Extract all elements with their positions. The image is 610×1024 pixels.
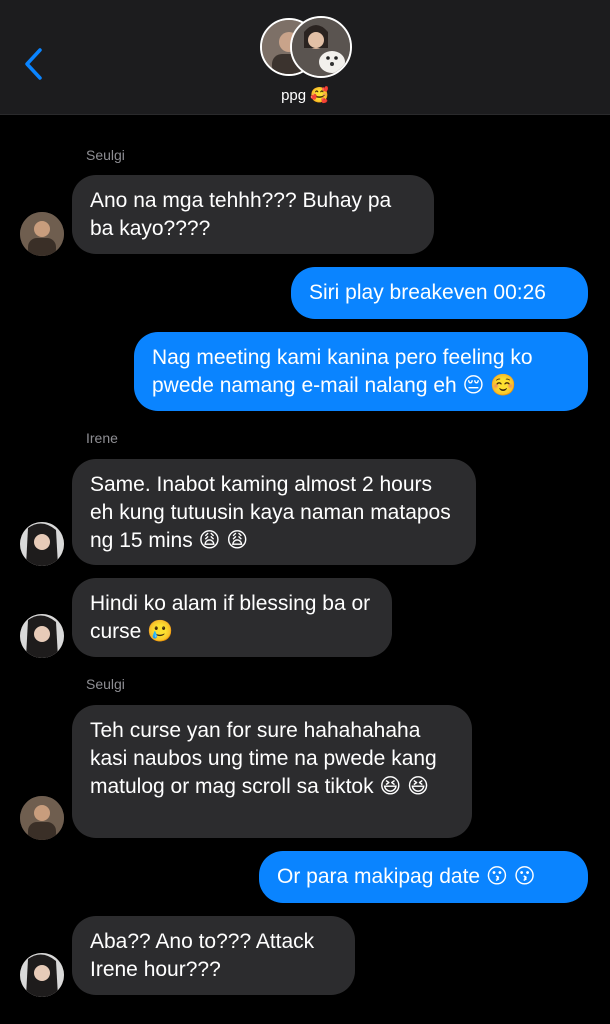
group-avatar[interactable] bbox=[260, 16, 352, 78]
sender-name: Seulgi bbox=[86, 147, 125, 163]
irene-avatar bbox=[20, 953, 64, 997]
back-chevron-icon[interactable] bbox=[20, 46, 50, 82]
group-member-avatar bbox=[290, 16, 352, 78]
chat-header: ppg 🥰 bbox=[0, 0, 610, 115]
irene-avatar bbox=[20, 614, 64, 658]
irene-avatar bbox=[20, 522, 64, 566]
message-bubble-incoming[interactable]: Teh curse yan for sure hahahahaha kasi n… bbox=[72, 705, 472, 838]
message-bubble-outgoing[interactable]: Or para makipag date 😗 😗 bbox=[259, 851, 588, 903]
message-bubble-outgoing[interactable]: Siri play breakeven 00:26 bbox=[291, 267, 588, 319]
message-bubble-incoming[interactable]: Hindi ko alam if blessing ba or curse 🥲 bbox=[72, 578, 392, 657]
message-bubble-incoming[interactable]: Ano na mga tehhh??? Buhay pa ba kayo???? bbox=[72, 175, 434, 254]
message-bubble-outgoing[interactable]: Nag meeting kami kanina pero feeling ko … bbox=[134, 332, 588, 411]
sender-name: Irene bbox=[86, 430, 118, 446]
message-bubble-incoming[interactable]: Same. Inabot kaming almost 2 hours eh ku… bbox=[72, 459, 476, 565]
seulgi-avatar bbox=[20, 796, 64, 840]
seulgi-avatar bbox=[20, 212, 64, 256]
message-bubble-incoming[interactable]: Aba?? Ano to??? Attack Irene hour??? bbox=[72, 916, 355, 995]
sender-name: Seulgi bbox=[86, 676, 125, 692]
group-name[interactable]: ppg 🥰 bbox=[0, 86, 610, 104]
